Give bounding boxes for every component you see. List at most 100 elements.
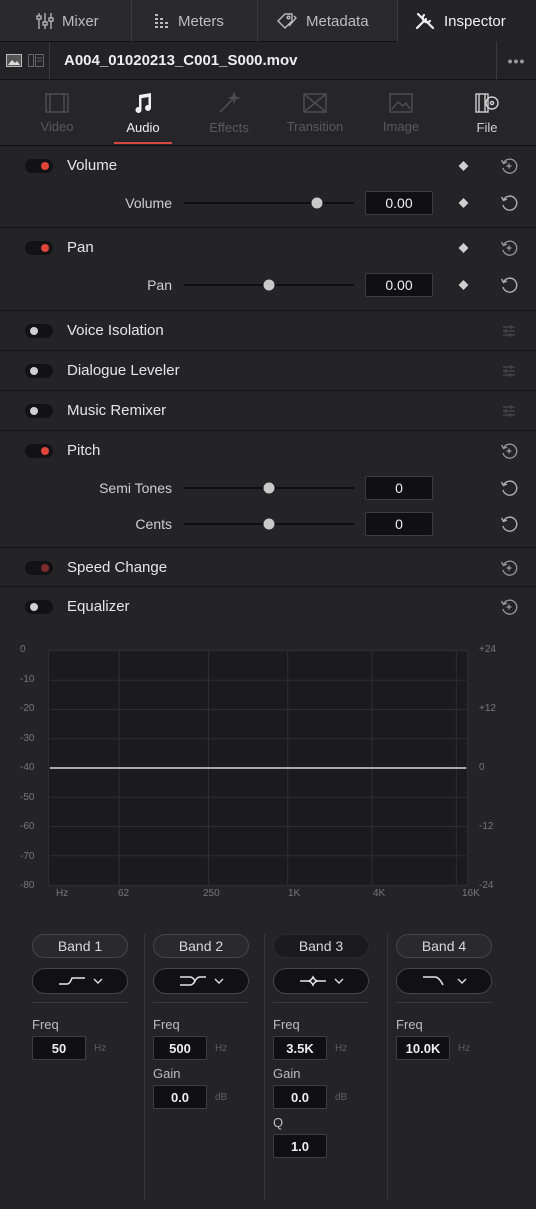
- band-4-shape-dropdown[interactable]: [396, 968, 492, 994]
- eq-left-axis-label: -40: [20, 762, 35, 773]
- reset-icon[interactable]: [500, 479, 518, 497]
- more-options-button[interactable]: •••: [496, 41, 536, 80]
- eq-left-axis-label: -60: [20, 821, 35, 832]
- band-1-shape-dropdown[interactable]: [32, 968, 128, 994]
- settings-sliders-icon[interactable]: [502, 324, 516, 338]
- tab-file-label: File: [476, 119, 498, 135]
- semi-tones-slider[interactable]: [184, 482, 354, 494]
- gain-unit: dB: [335, 1091, 348, 1103]
- eq-left-axis-label: -80: [20, 880, 35, 891]
- eq-band-4: Band 4 Freq 10.0K Hz: [396, 934, 514, 1060]
- cents-slider-thumb[interactable]: [263, 518, 275, 530]
- keyframe-diamond-icon[interactable]: [458, 198, 469, 208]
- reset-add-icon[interactable]: [500, 442, 518, 460]
- volume-toggle[interactable]: [25, 158, 53, 173]
- gain-field[interactable]: 0.0: [153, 1085, 207, 1109]
- cents-value-field[interactable]: 0: [365, 512, 433, 536]
- image-icon: [5, 54, 22, 67]
- semi-tones-slider-thumb[interactable]: [263, 482, 275, 494]
- tab-inspector-label: Inspector: [444, 12, 506, 30]
- chevron-down-icon: [457, 978, 467, 984]
- tab-mixer[interactable]: Mixer: [0, 0, 132, 42]
- speed-change-toggle[interactable]: [25, 560, 53, 575]
- band-2-button[interactable]: Band 2: [153, 934, 249, 958]
- metadata-icon: [277, 13, 297, 29]
- cents-slider[interactable]: [184, 518, 354, 530]
- equalizer-title: Equalizer: [67, 598, 130, 615]
- tab-effects[interactable]: Effects: [186, 80, 272, 146]
- keyframe-diamond-icon[interactable]: [458, 160, 469, 171]
- band-3-button[interactable]: Band 3: [273, 934, 369, 958]
- tab-transition[interactable]: Transition: [272, 80, 358, 146]
- band-3-shape-dropdown[interactable]: [273, 968, 369, 994]
- tab-transition-label: Transition: [286, 118, 344, 134]
- tab-meters[interactable]: Meters: [132, 0, 258, 42]
- band-2-shape-dropdown[interactable]: [153, 968, 249, 994]
- gain-field[interactable]: 0.0: [273, 1085, 327, 1109]
- tab-metadata-label: Metadata: [306, 12, 369, 30]
- reset-add-icon[interactable]: [500, 239, 518, 257]
- tab-video[interactable]: Video: [14, 80, 100, 146]
- pitch-title: Pitch: [67, 442, 101, 459]
- tab-audio[interactable]: Audio: [100, 80, 186, 146]
- pan-param-label: Pan: [147, 277, 172, 293]
- volume-value-field[interactable]: 0.00: [365, 191, 433, 215]
- freq-field[interactable]: 10.0K: [396, 1036, 450, 1060]
- eq-freq-axis-label: Hz: [56, 888, 69, 899]
- pan-toggle[interactable]: [25, 240, 53, 255]
- keyframe-diamond-icon[interactable]: [458, 280, 469, 290]
- semi-tones-value-field[interactable]: 0: [365, 476, 433, 500]
- tab-inspector[interactable]: Inspector: [398, 0, 536, 42]
- reset-add-icon[interactable]: [500, 559, 518, 577]
- tab-metadata[interactable]: Metadata: [258, 0, 398, 42]
- dialogue-leveler-toggle[interactable]: [25, 363, 53, 378]
- q-field[interactable]: 1.0: [273, 1134, 327, 1158]
- band-divider: [273, 1002, 369, 1003]
- eq-band-2: Band 2 Freq 500 Hz Gain 0.0 dB: [153, 934, 271, 1109]
- pan-title: Pan: [67, 239, 94, 256]
- tab-image[interactable]: Image: [358, 80, 444, 146]
- reset-icon[interactable]: [500, 276, 518, 294]
- volume-slider-thumb[interactable]: [311, 197, 323, 209]
- pan-slider[interactable]: [184, 279, 354, 291]
- equalizer-section: Equalizer: [0, 587, 536, 626]
- music-remixer-title: Music Remixer: [67, 402, 167, 419]
- freq-field[interactable]: 3.5K: [273, 1036, 327, 1060]
- tab-file[interactable]: File: [444, 80, 530, 146]
- eq-plot[interactable]: [48, 650, 468, 886]
- clip-view-toggles[interactable]: [0, 41, 50, 80]
- band-1-button[interactable]: Band 1: [32, 934, 128, 958]
- reset-add-icon[interactable]: [500, 598, 518, 616]
- inspector-icon: [415, 12, 435, 30]
- pan-slider-thumb[interactable]: [263, 279, 275, 291]
- settings-sliders-icon[interactable]: [502, 364, 516, 378]
- eq-left-axis-label: -20: [20, 703, 35, 714]
- magic-wand-icon: [219, 91, 241, 113]
- equalizer-graph: 0 -10 -20 -30 -40 -50 -60 -70 -80 +24 +12 0 -12 -24 Hz…: [0, 626, 536, 916]
- volume-slider[interactable]: [184, 197, 354, 209]
- pan-value-field[interactable]: 0.00: [365, 273, 433, 297]
- split-view-icon: [27, 54, 44, 67]
- low-shelf-icon: [59, 977, 85, 985]
- speed-change-title: Speed Change: [67, 559, 168, 576]
- pitch-toggle[interactable]: [25, 443, 53, 458]
- freq-field[interactable]: 50: [32, 1036, 86, 1060]
- freq-unit: Hz: [215, 1042, 228, 1054]
- freq-unit: Hz: [335, 1042, 348, 1054]
- voice-isolation-toggle[interactable]: [25, 323, 53, 338]
- equalizer-toggle[interactable]: [25, 599, 53, 614]
- keyframe-diamond-icon[interactable]: [458, 242, 469, 253]
- eq-left-axis-label: -10: [20, 673, 35, 685]
- music-remixer-toggle[interactable]: [25, 403, 53, 418]
- clip-header: A004_01020213_C001_S000.mov •••: [0, 41, 536, 80]
- band-4-button[interactable]: Band 4: [396, 934, 492, 958]
- settings-sliders-icon[interactable]: [502, 404, 516, 418]
- gain-label: Gain: [273, 1066, 301, 1081]
- band-divider: [153, 1002, 249, 1003]
- freq-field[interactable]: 500: [153, 1036, 207, 1060]
- eq-right-axis-label: -24: [479, 880, 494, 891]
- reset-icon[interactable]: [500, 194, 518, 212]
- reset-add-icon[interactable]: [500, 157, 518, 175]
- reset-icon[interactable]: [500, 515, 518, 533]
- eq-left-axis-label: -30: [20, 732, 35, 744]
